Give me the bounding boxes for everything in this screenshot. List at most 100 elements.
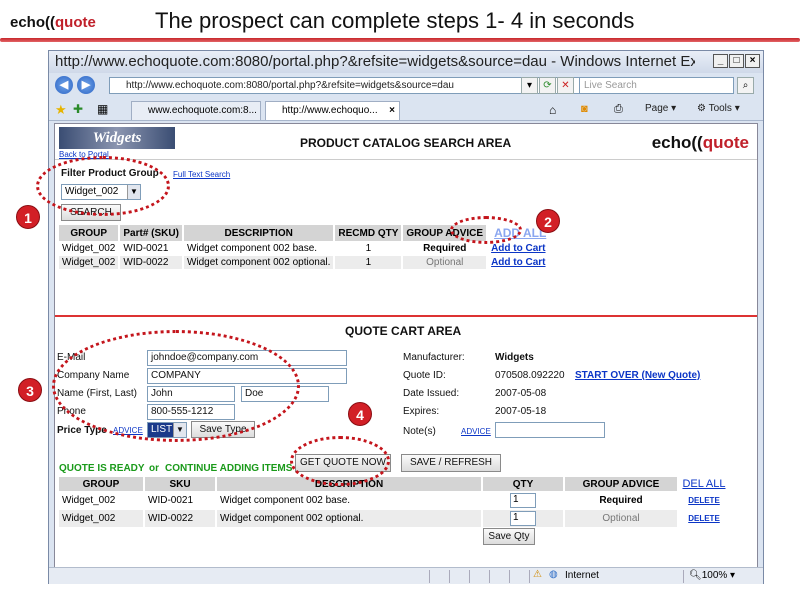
quote-id-label: Quote ID: <box>403 370 446 381</box>
add-to-cart-link[interactable]: Add to Cart <box>491 243 545 254</box>
cell-sku: WID-0021 <box>123 243 169 254</box>
status-separator <box>683 570 684 583</box>
tools-menu[interactable]: ⚙ Tools ▾ <box>697 103 740 114</box>
address-bar: ◀ ▶ http://www.echoquote.com:8080/portal… <box>49 75 763 97</box>
echoquote-logo: echo((quote <box>10 14 96 31</box>
status-separator <box>469 570 470 583</box>
cell-description: Widget component 002 optional. <box>183 256 334 269</box>
date-issued-value: 2007-05-08 <box>495 388 547 399</box>
date-issued-label: Date Issued: <box>403 388 460 399</box>
step-badge-2: 2 <box>536 209 560 233</box>
catalog-title: PRODUCT CATALOG SEARCH AREA <box>300 136 512 150</box>
logo-quote-text: quote <box>702 133 749 152</box>
column-header: QTY <box>483 477 563 491</box>
save-refresh-button[interactable]: SAVE / REFRESH <box>401 454 501 472</box>
cell-group: Widget_002 <box>62 243 116 254</box>
column-header: Part# (SKU) <box>120 225 182 241</box>
cell-advice: Optional <box>403 256 487 269</box>
close-tab-icon[interactable]: × <box>389 102 395 119</box>
cell-group: Widget_002 <box>59 256 119 269</box>
address-input[interactable]: http://www.echoquote.com:8080/portal.php… <box>109 77 584 94</box>
callout-ring-1 <box>36 156 170 216</box>
tab-echoquote-2[interactable]: http://www.echoquo... × <box>265 101 400 120</box>
expires-value: 2007-05-18 <box>495 406 547 417</box>
column-header: GROUP <box>59 477 143 491</box>
browser-window: http://www.echoquote.com:8080/portal.php… <box>48 50 764 584</box>
zone-label: Internet <box>565 570 599 581</box>
window-title: http://www.echoquote.com:8080/portal.php… <box>55 53 695 70</box>
maximize-button[interactable]: □ <box>729 54 744 68</box>
section-divider <box>55 315 757 317</box>
search-input[interactable]: Live Search <box>579 77 734 94</box>
manufacturer-value: Widgets <box>495 352 534 363</box>
full-text-search-link[interactable]: Full Text Search <box>173 170 230 179</box>
cell-group: Widget_002 <box>62 495 116 506</box>
cell-group: Widget_002 <box>59 510 143 527</box>
stop-icon[interactable]: ✕ <box>557 77 574 94</box>
quote-ready-text: QUOTE IS READY <box>59 463 145 474</box>
cell-sku: WID-0022 <box>120 256 182 269</box>
minimize-button[interactable]: _ <box>713 54 728 68</box>
column-header: GROUP ADVICE <box>565 477 677 491</box>
notes-label: Note(s) <box>403 426 436 437</box>
cell-sku: WID-0021 <box>148 495 194 506</box>
address-dropdown-icon[interactable]: ▾ <box>521 77 538 94</box>
start-over-link[interactable]: START OVER (New Quote) <box>575 370 700 381</box>
save-qty-button[interactable]: Save Qty <box>483 528 535 545</box>
column-header: RECMD QTY <box>335 225 402 241</box>
step-badge-4: 4 <box>348 402 372 426</box>
table-header-row: GROUP SKU DESCRIPTION QTY GROUP ADVICE D… <box>59 477 729 491</box>
delete-link[interactable]: DELETE <box>688 496 720 505</box>
zoom-control[interactable]: 🔍︎100% ▾ <box>689 570 735 581</box>
qty-input[interactable]: 1 <box>510 493 536 508</box>
cart-title: QUOTE CART AREA <box>345 324 462 338</box>
delete-link[interactable]: DELETE <box>688 514 720 523</box>
status-separator <box>509 570 510 583</box>
back-icon[interactable]: ◀ <box>55 76 73 94</box>
header-rule <box>0 38 800 42</box>
table-row: Widget_002 WID-0022 Widget component 002… <box>59 510 729 527</box>
callout-ring-4 <box>290 436 390 486</box>
callout-ring-3 <box>52 330 300 442</box>
cell-advice: Optional <box>565 510 677 527</box>
cell-advice: Required <box>423 243 467 254</box>
add-favorite-icon[interactable]: ✚ <box>73 102 83 116</box>
home-icon[interactable]: ⌂ <box>549 103 556 117</box>
forward-icon[interactable]: ▶ <box>77 76 95 94</box>
close-window-button[interactable]: × <box>745 54 760 68</box>
search-icon[interactable]: ⌕ <box>737 77 754 94</box>
callout-ring-2 <box>450 216 522 244</box>
cell-description: Widget component 002 base. <box>220 495 351 506</box>
tab-label: www.echoquote.com:8... <box>148 105 257 116</box>
cell-description: Widget component 002 base. <box>186 243 318 254</box>
cell-advice: Required <box>599 495 643 506</box>
continue-adding-text: CONTINUE ADDING ITEMS <box>165 463 293 474</box>
table-row: Widget_002 WID-0021 Widget component 002… <box>59 242 549 255</box>
notes-field[interactable] <box>495 422 605 438</box>
qty-input[interactable]: 1 <box>510 511 536 526</box>
cell-description: Widget component 002 optional. <box>217 510 481 527</box>
status-separator <box>489 570 490 583</box>
window-titlebar: http://www.echoquote.com:8080/portal.php… <box>49 51 763 73</box>
or-text: or <box>149 463 159 474</box>
zoom-value: 100% <box>701 570 728 581</box>
page-menu[interactable]: Page ▾ <box>645 103 676 114</box>
status-separator <box>449 570 450 583</box>
quick-tabs-icon[interactable]: ▦ <box>97 102 108 116</box>
cell-qty: 1 <box>365 243 372 254</box>
notes-advice-link[interactable]: ADVICE <box>461 427 491 436</box>
column-header: SKU <box>145 477 215 491</box>
feeds-icon[interactable]: ◙ <box>581 103 588 115</box>
del-all-header: DEL ALL <box>679 477 729 491</box>
protected-mode-icon: ⚠ <box>533 569 542 580</box>
refresh-icon[interactable]: ⟳ <box>539 77 556 94</box>
favorites-star-icon[interactable]: ★ <box>55 102 67 118</box>
cell-sku: WID-0022 <box>145 510 215 527</box>
print-icon[interactable]: ⎙ <box>614 103 623 116</box>
add-to-cart-link[interactable]: Add to Cart <box>491 257 545 268</box>
logo-echo-text: echo <box>10 14 46 31</box>
del-all-link[interactable]: DEL ALL <box>682 478 725 490</box>
catalog-header: Widgets Back to Portal PRODUCT CATALOG S… <box>55 124 757 160</box>
tab-echoquote-1[interactable]: www.echoquote.com:8... <box>131 101 261 120</box>
tab-label: http://www.echoquo... <box>282 105 378 116</box>
